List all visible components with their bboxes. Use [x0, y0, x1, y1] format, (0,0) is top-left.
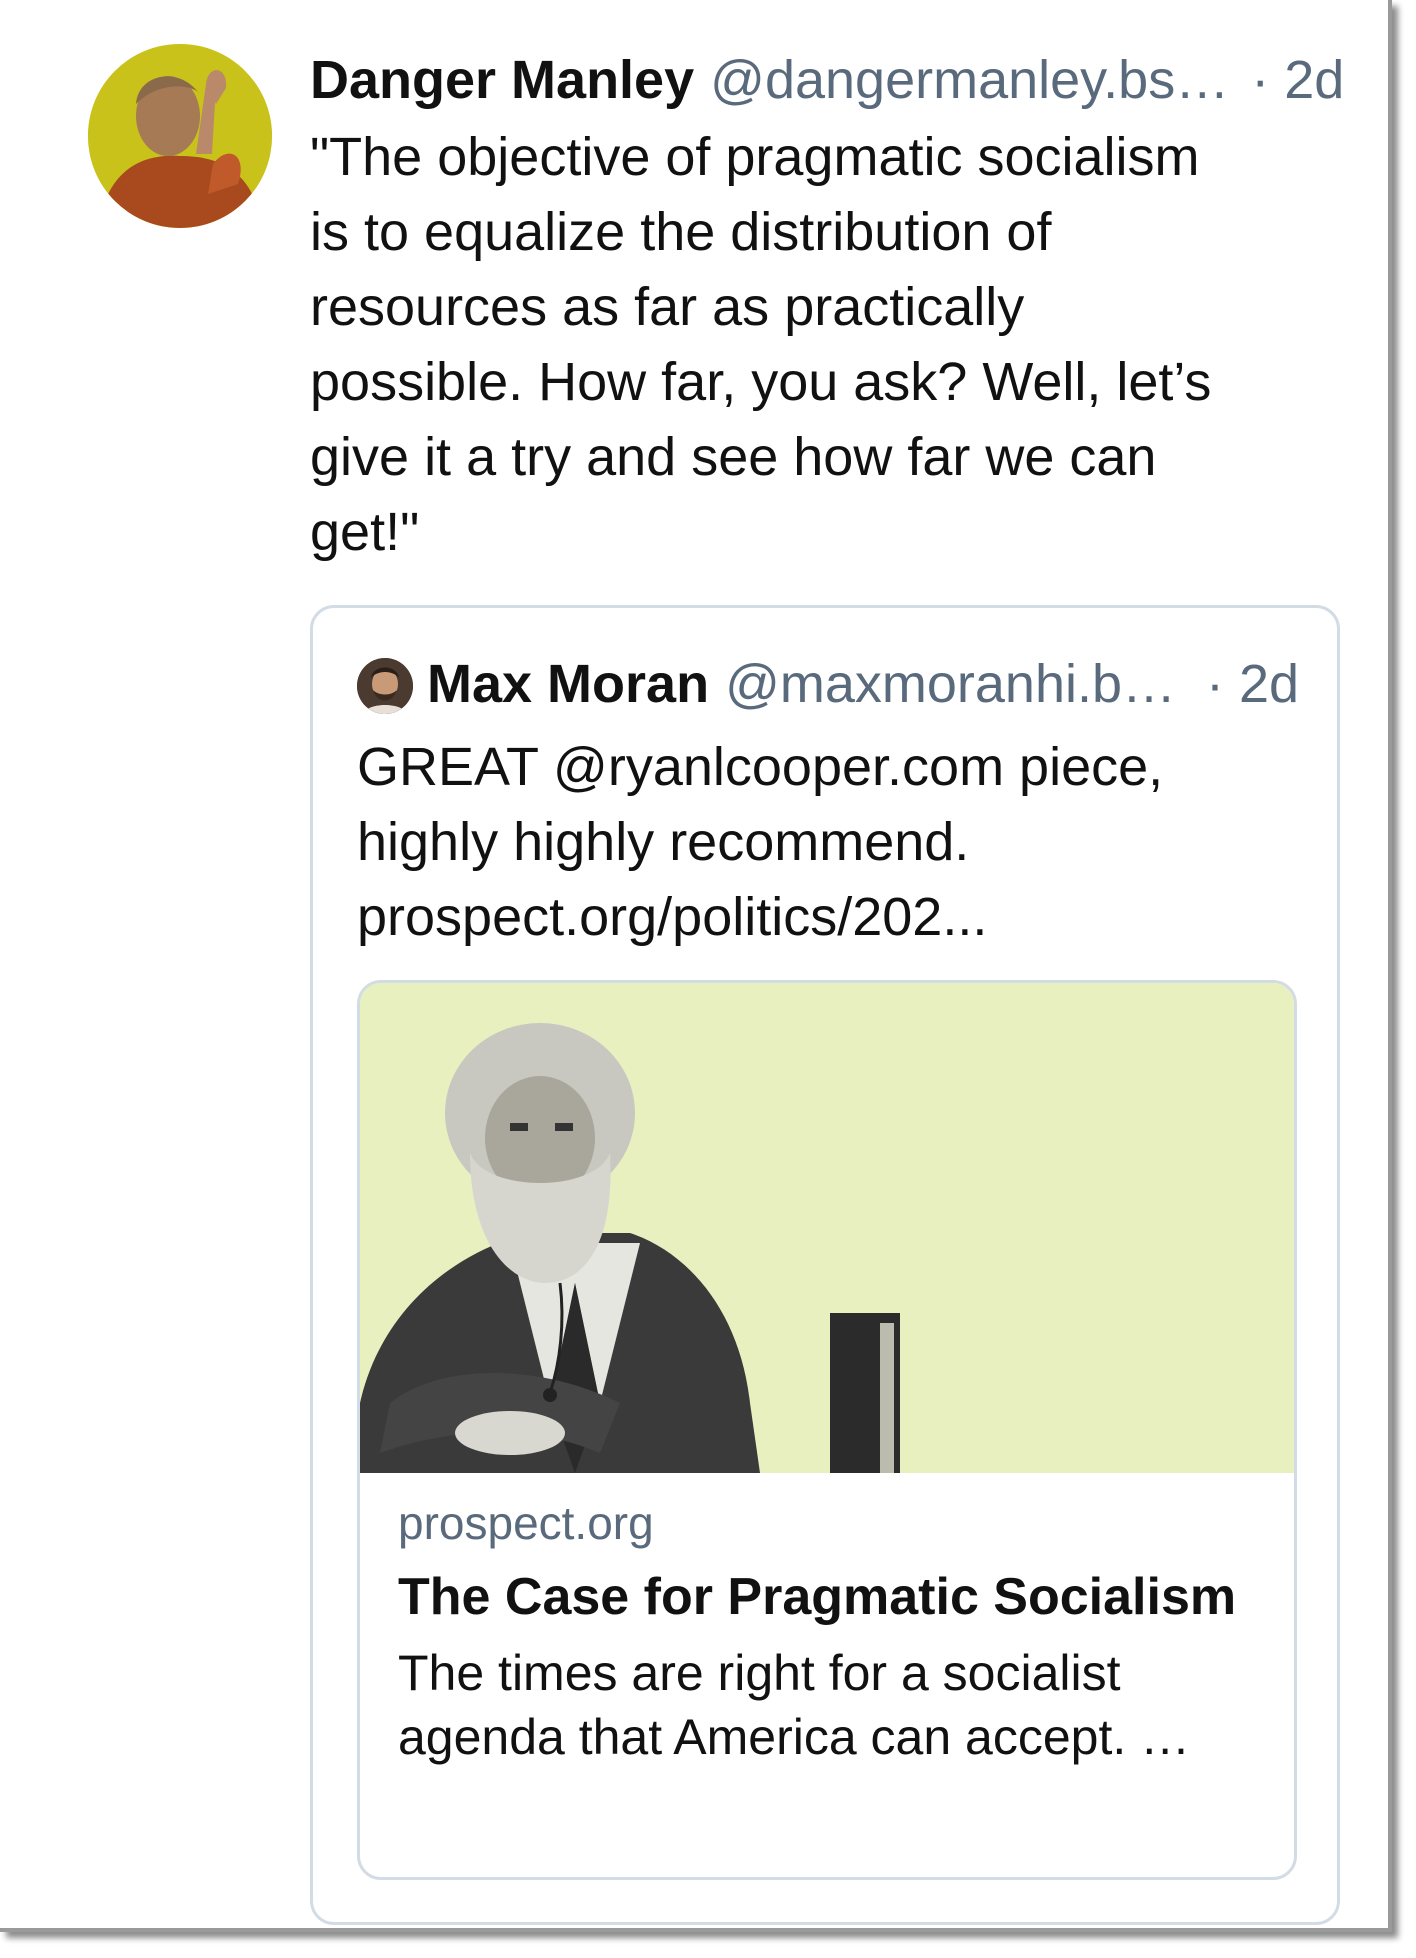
quote-text: GREAT @ryanlcooper.com piece, highly hig…: [357, 737, 1164, 947]
quote-author-name[interactable]: Max Moran: [427, 648, 709, 720]
post-text: "The objective of pragmatic socialism is…: [310, 127, 1212, 562]
person-photo-icon: [357, 658, 413, 714]
portrait-illustration-icon: [360, 983, 1294, 1473]
quote-header: Max Moran @maxmoranhi.b… · 2d: [427, 648, 1299, 720]
post-header: Danger Manley @dangermanley.bs… · 2d: [310, 44, 1344, 116]
post-container: Danger Manley @dangermanley.bs… · 2d "Th…: [0, 0, 1392, 1932]
author-name[interactable]: Danger Manley: [310, 44, 694, 116]
link-domain: prospect.org: [398, 1497, 654, 1549]
quote-author-handle[interactable]: @maxmoranhi.b…: [725, 648, 1176, 720]
quote-author-avatar[interactable]: [357, 658, 413, 714]
person-photo-icon: [88, 44, 272, 228]
quote-timestamp[interactable]: · 2d: [1206, 648, 1299, 720]
link-title: The Case for Pragmatic Socialism: [398, 1568, 1237, 1626]
author-avatar[interactable]: [88, 44, 272, 228]
author-handle[interactable]: @dangermanley.bs…: [710, 44, 1229, 116]
link-preview-image: [360, 983, 1294, 1473]
post-timestamp[interactable]: · 2d: [1251, 44, 1344, 116]
link-description-line-1: The times are right for a socialist: [398, 1645, 1121, 1701]
quote-post-card[interactable]: Max Moran @maxmoranhi.b… · 2d GREAT @rya…: [310, 605, 1340, 1925]
link-preview-body: prospect.org The Case for Pragmatic Soci…: [398, 1491, 1268, 1769]
link-description-line-2: agenda that America can accept. …: [398, 1709, 1191, 1765]
link-preview-card[interactable]: prospect.org The Case for Pragmatic Soci…: [357, 980, 1297, 1880]
